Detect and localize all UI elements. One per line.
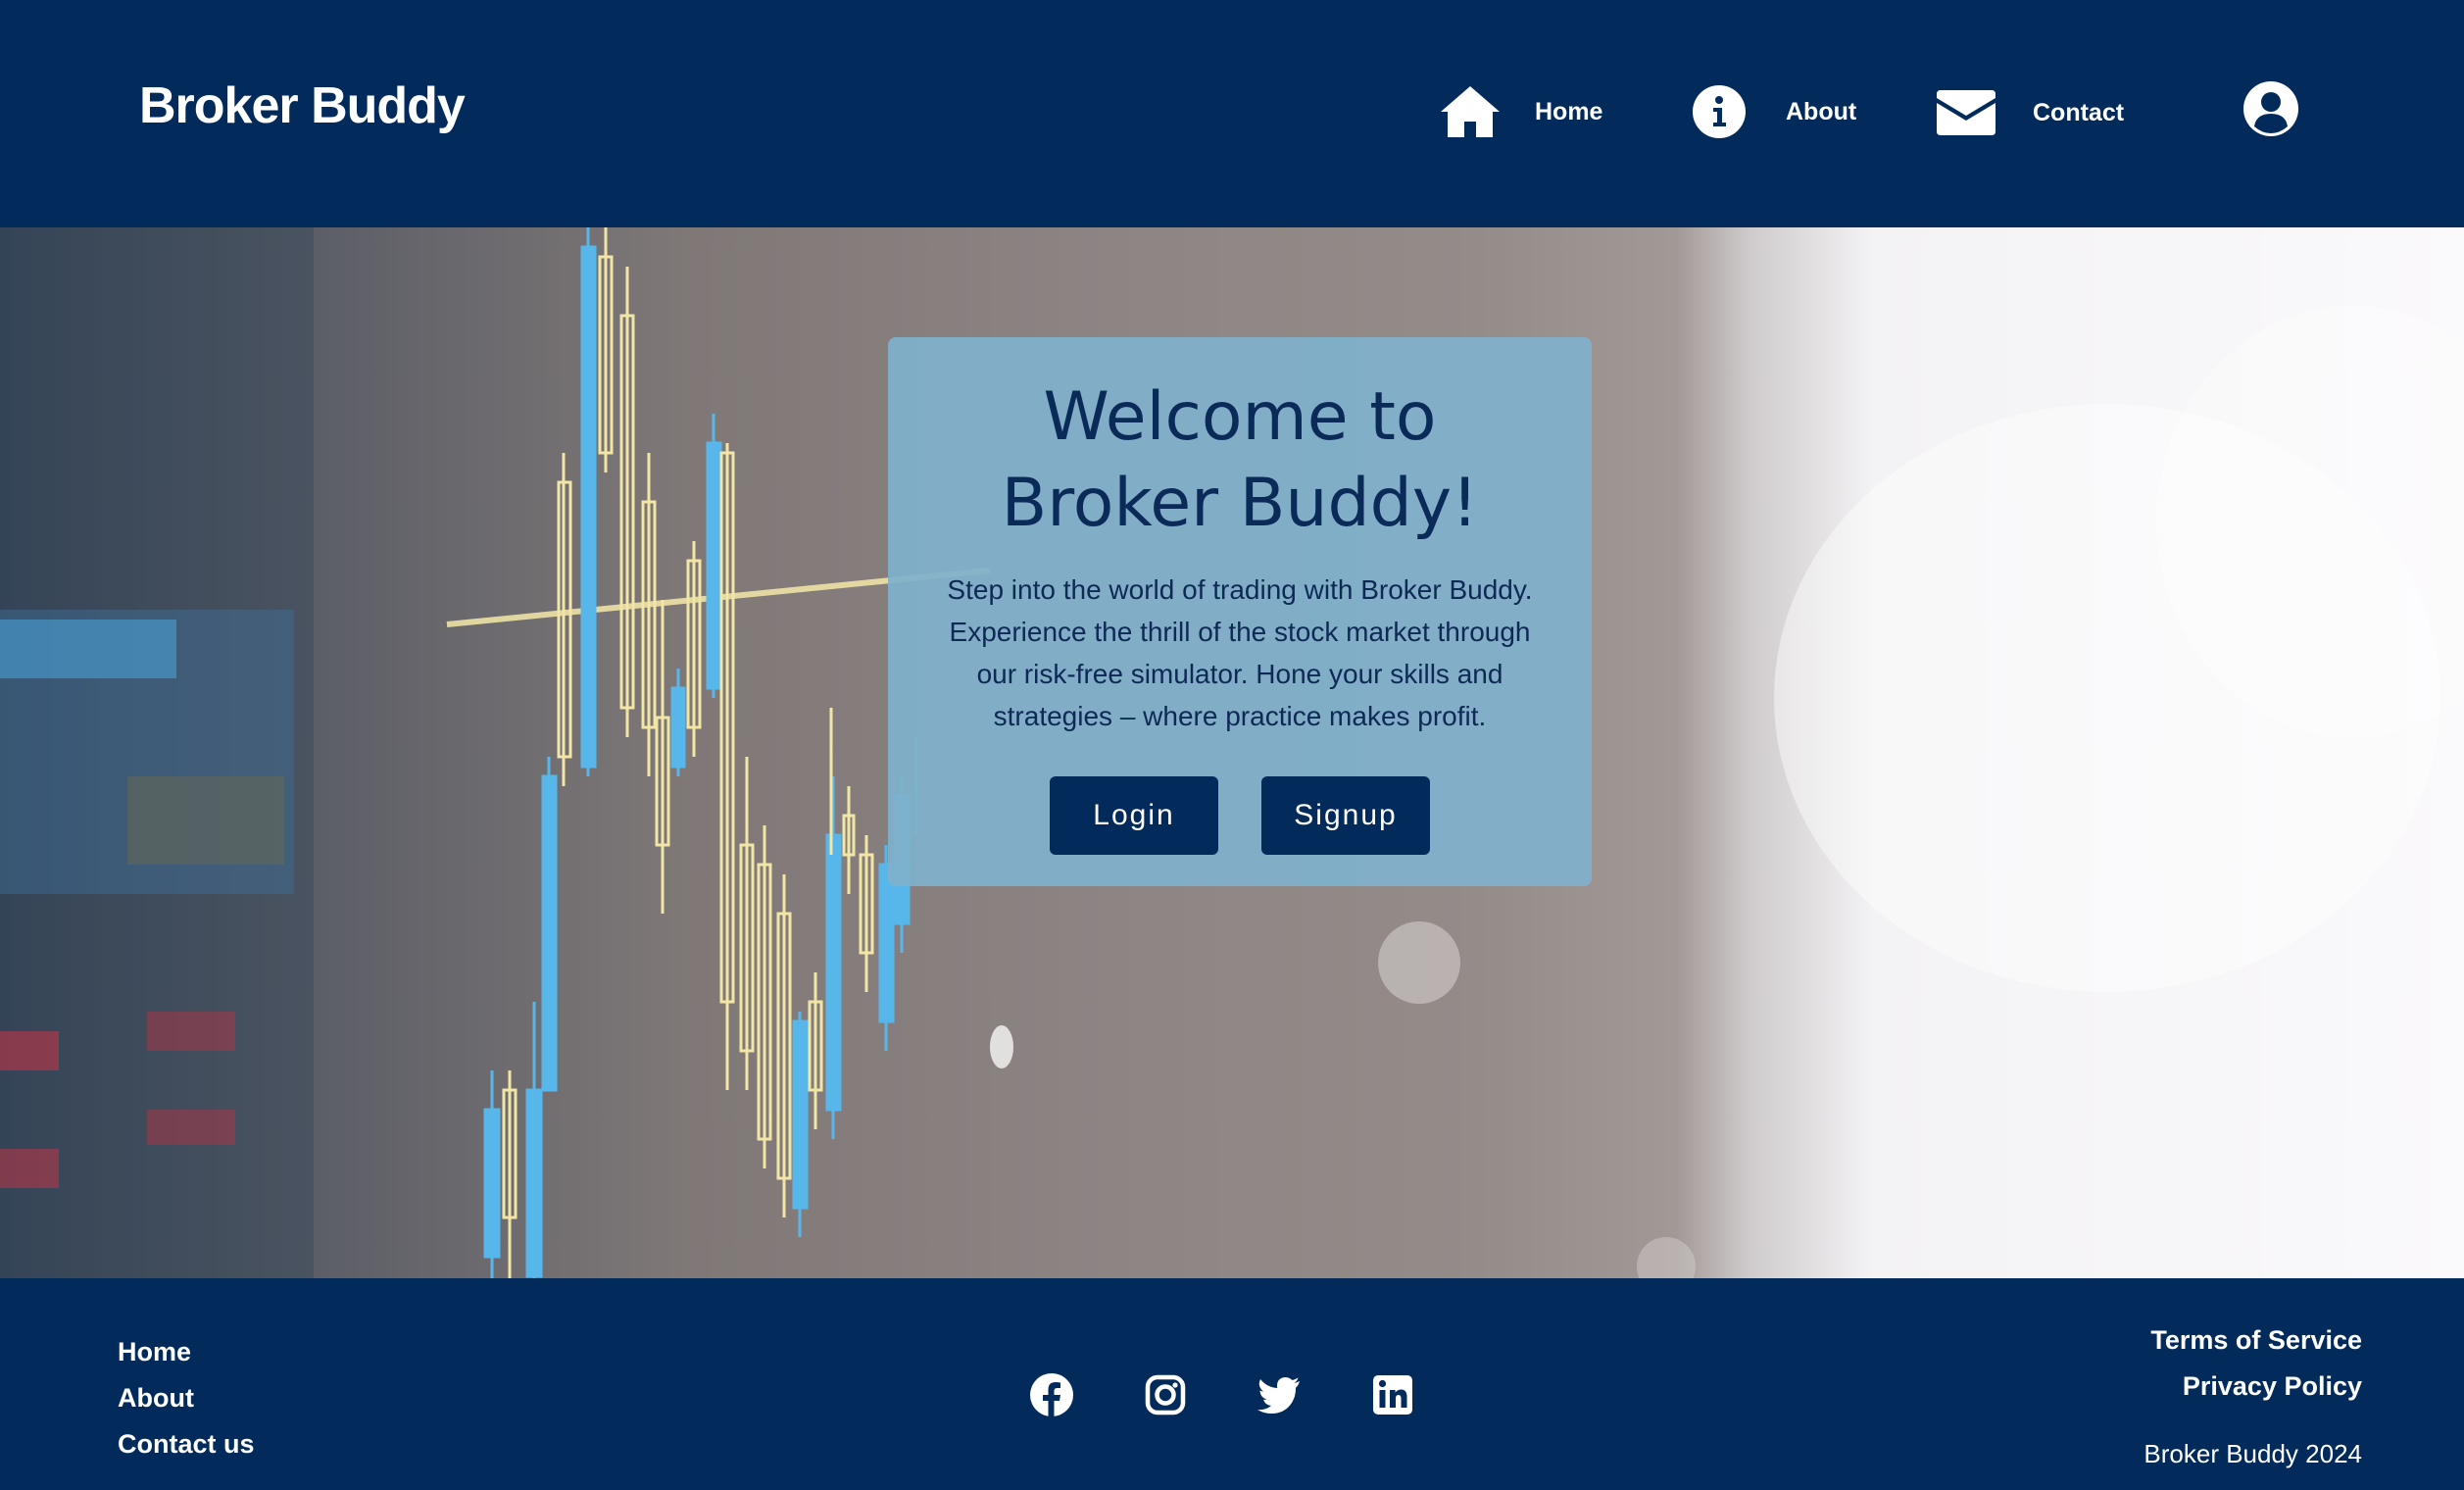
nav-contact-label: Contact bbox=[2033, 98, 2125, 126]
envelope-icon bbox=[1937, 90, 1996, 135]
linkedin-icon[interactable] bbox=[1370, 1372, 1415, 1417]
legal-links: Terms of Service Privacy Policy bbox=[2150, 1317, 2362, 1410]
hero-title-line2: Broker Buddy! bbox=[1001, 465, 1479, 542]
nav-home[interactable]: Home bbox=[1439, 82, 1602, 141]
hero-title: Welcome to Broker Buddy! bbox=[888, 374, 1592, 547]
footer-link-home[interactable]: Home bbox=[118, 1329, 255, 1375]
hero-actions: Login Signup bbox=[888, 776, 1592, 855]
signup-button[interactable]: Signup bbox=[1261, 776, 1430, 855]
hero-section: Welcome to Broker Buddy! Step into the w… bbox=[0, 227, 2464, 1278]
nav-contact[interactable]: Contact bbox=[1937, 90, 2124, 135]
footer-link-about[interactable]: About bbox=[118, 1375, 255, 1421]
footer-nav: Home About Contact us bbox=[118, 1329, 255, 1467]
brand-logo[interactable]: Broker Buddy bbox=[139, 76, 466, 135]
site-header: Broker Buddy Home About Contact bbox=[0, 0, 2464, 227]
welcome-card: Welcome to Broker Buddy! Step into the w… bbox=[888, 337, 1592, 886]
login-button[interactable]: Login bbox=[1050, 776, 1218, 855]
facebook-icon[interactable] bbox=[1029, 1372, 1074, 1417]
twitter-icon[interactable] bbox=[1257, 1372, 1302, 1417]
privacy-policy-link[interactable]: Privacy Policy bbox=[2150, 1364, 2362, 1410]
instagram-icon[interactable] bbox=[1143, 1372, 1188, 1417]
nav-home-label: Home bbox=[1535, 97, 1603, 125]
nav-about-label: About bbox=[1786, 97, 1857, 125]
info-icon bbox=[1693, 85, 1746, 138]
hero-description: Step into the world of trading with Brok… bbox=[947, 574, 1533, 731]
footer-link-contact[interactable]: Contact us bbox=[118, 1421, 255, 1467]
nav-about[interactable]: About bbox=[1692, 84, 1856, 139]
terms-of-service-link[interactable]: Terms of Service bbox=[2150, 1317, 2362, 1364]
copyright-text: Broker Buddy 2024 bbox=[2144, 1439, 2362, 1468]
user-circle-icon[interactable] bbox=[2242, 80, 2299, 137]
hero-title-line1: Welcome to bbox=[1043, 378, 1437, 456]
social-links bbox=[1029, 1372, 1415, 1417]
home-icon bbox=[1441, 86, 1500, 137]
site-footer: Home About Contact us Terms of Service P… bbox=[0, 1278, 2464, 1490]
